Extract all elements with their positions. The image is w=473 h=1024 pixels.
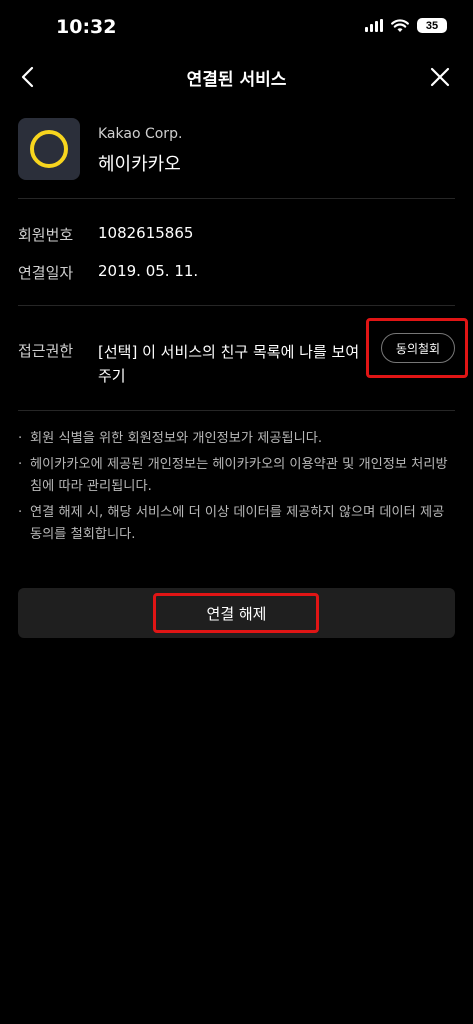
battery-icon: 35 bbox=[417, 18, 447, 33]
member-number-value: 1082615865 bbox=[98, 224, 194, 242]
permission-label: 접근권한 bbox=[18, 342, 74, 360]
status-time: 10:32 bbox=[56, 16, 117, 38]
page-title: 연결된 서비스 bbox=[186, 70, 287, 90]
divider bbox=[18, 305, 455, 306]
app-name: 헤이카카오 bbox=[98, 154, 181, 175]
divider bbox=[18, 410, 455, 411]
hey-kakao-ring-icon bbox=[30, 130, 68, 168]
divider bbox=[18, 198, 455, 199]
nav-header: 연결된 서비스 bbox=[0, 52, 473, 104]
permission-text: [선택] 이 서비스의 친구 목록에 나를 보여주기 bbox=[98, 343, 360, 385]
notice-item: 연결 해제 시, 해당 서비스에 더 이상 데이터를 제공하지 않으며 데이터 … bbox=[18, 502, 455, 546]
wifi-icon bbox=[391, 18, 409, 32]
app-company: Kakao Corp. bbox=[98, 126, 183, 142]
member-number-label: 회원번호 bbox=[18, 226, 74, 244]
notice-item: 회원 식별을 위한 회원정보와 개인정보가 제공됩니다. bbox=[18, 428, 455, 450]
highlight-box bbox=[366, 318, 468, 378]
close-button[interactable] bbox=[425, 62, 455, 92]
notice-list: 회원 식별을 위한 회원정보와 개인정보가 제공됩니다. 헤이카카오에 제공된 … bbox=[18, 428, 455, 550]
status-bar: 10:32 35 bbox=[0, 0, 473, 52]
status-icons: 35 bbox=[365, 18, 447, 33]
connection-date-value: 2019. 05. 11. bbox=[98, 262, 199, 280]
notice-item: 헤이카카오에 제공된 개인정보는 헤이카카오의 이용약관 및 개인정보 처리방침… bbox=[18, 454, 455, 498]
app-header: Kakao Corp. 헤이카카오 bbox=[18, 118, 455, 182]
connection-date-label: 연결일자 bbox=[18, 264, 74, 282]
close-icon bbox=[430, 67, 450, 87]
app-logo bbox=[18, 118, 80, 180]
signal-icon bbox=[365, 19, 383, 32]
highlight-box bbox=[153, 593, 319, 633]
